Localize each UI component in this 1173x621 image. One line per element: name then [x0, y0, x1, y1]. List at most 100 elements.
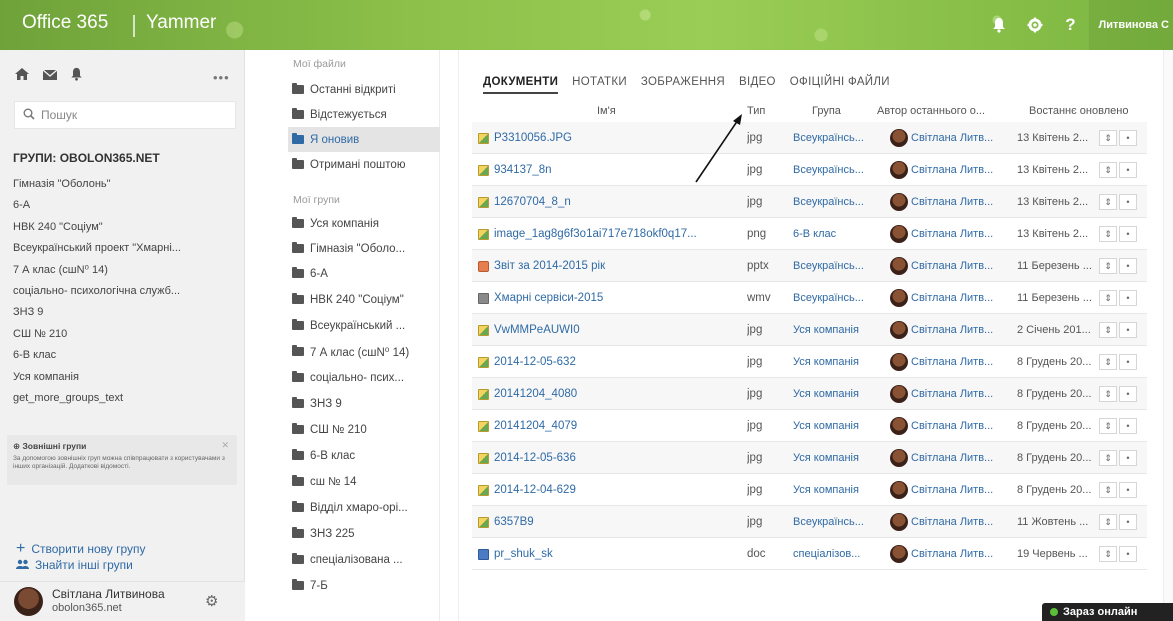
- table-row[interactable]: pr_shuk_sk doc спеціалізов... Світлана Литв…: [472, 538, 1147, 570]
- row-menu-button[interactable]: •: [1119, 482, 1137, 498]
- col-author[interactable]: Автор останнього о...: [877, 105, 985, 117]
- group-item[interactable]: НВК 240 "Соціум": [13, 217, 238, 238]
- row-menu-button[interactable]: •: [1119, 130, 1137, 146]
- row-menu-button[interactable]: •: [1119, 418, 1137, 434]
- nav-group[interactable]: 7 А клас (сшN⁰ 14): [288, 339, 440, 364]
- group-item[interactable]: ЗНЗ 9: [13, 302, 238, 323]
- sort-updown-icon[interactable]: ⇕: [1099, 194, 1117, 210]
- row-menu-button[interactable]: •: [1119, 162, 1137, 178]
- file-group-link[interactable]: Всеукраїнсь...: [793, 186, 873, 218]
- tab-documents[interactable]: ДОКУМЕНТИ: [483, 76, 559, 94]
- sort-updown-icon[interactable]: ⇕: [1099, 290, 1117, 306]
- file-group-link[interactable]: Всеукраїнсь...: [793, 154, 873, 186]
- file-author-link[interactable]: Світлана Литв...: [890, 218, 1010, 250]
- file-group-link[interactable]: Всеукраїнсь...: [793, 250, 873, 282]
- file-author-link[interactable]: Світлана Литв...: [890, 314, 1010, 346]
- nav-group[interactable]: Всеукраїнський ...: [288, 313, 440, 338]
- row-menu-button[interactable]: •: [1119, 386, 1137, 402]
- file-group-link[interactable]: Уся компанія: [793, 410, 873, 442]
- table-row[interactable]: 2014-12-04-629 jpg Уся компанія Світлана Ли…: [472, 474, 1147, 506]
- row-menu-button[interactable]: •: [1119, 354, 1137, 370]
- row-menu-button[interactable]: •: [1119, 226, 1137, 242]
- file-author-link[interactable]: Світлана Литв...: [890, 378, 1010, 410]
- nav-group[interactable]: сш № 14: [288, 469, 440, 494]
- app-name[interactable]: Yammer: [146, 12, 216, 34]
- sort-updown-icon[interactable]: ⇕: [1099, 450, 1117, 466]
- file-name-link[interactable]: 2014-12-05-632: [478, 346, 733, 378]
- online-status-badge[interactable]: Зараз онлайн: [1042, 603, 1173, 621]
- close-icon[interactable]: ✕: [221, 440, 229, 451]
- file-group-link[interactable]: Всеукраїнсь...: [793, 282, 873, 314]
- file-author-link[interactable]: Світлана Литв...: [890, 506, 1010, 538]
- settings-icon[interactable]: ⚙: [205, 592, 218, 610]
- file-author-link[interactable]: Світлана Литв...: [890, 250, 1010, 282]
- create-group-link[interactable]: + Створити нову групу: [16, 540, 146, 558]
- sort-updown-icon[interactable]: ⇕: [1099, 130, 1117, 146]
- gear-icon[interactable]: [1017, 0, 1053, 50]
- nav-group[interactable]: НВК 240 "Соціум": [288, 287, 440, 312]
- file-author-link[interactable]: Світлана Литв...: [890, 442, 1010, 474]
- notifications-icon[interactable]: [70, 67, 83, 86]
- help-icon[interactable]: ?: [1053, 0, 1089, 50]
- file-author-link[interactable]: Світлана Литв...: [890, 154, 1010, 186]
- file-name-link[interactable]: image_1ag8g6f3o1ai717e718okf0q17...: [478, 218, 733, 250]
- file-group-link[interactable]: Уся компанія: [793, 378, 873, 410]
- file-name-link[interactable]: 2014-12-04-629: [478, 474, 733, 506]
- nav-group[interactable]: 6-А: [288, 261, 440, 286]
- group-item[interactable]: 6-А: [13, 195, 238, 216]
- table-row[interactable]: 6357B9 jpg Всеукраїнсь... Світлана Литв... 1…: [472, 506, 1147, 538]
- office365-logo[interactable]: Office 365: [22, 12, 108, 34]
- file-author-link[interactable]: Світлана Литв...: [890, 410, 1010, 442]
- file-name-link[interactable]: Звіт за 2014-2015 рік: [478, 250, 733, 282]
- nav-recent[interactable]: Останні відкриті: [288, 77, 440, 102]
- file-name-link[interactable]: 6357B9: [478, 506, 733, 538]
- col-name[interactable]: Ім'я: [597, 105, 616, 117]
- nav-group[interactable]: ЗНЗ 225: [288, 521, 440, 546]
- sort-updown-icon[interactable]: ⇕: [1099, 418, 1117, 434]
- table-row[interactable]: 20141204_4079 jpg Уся компанія Світлана Лит…: [472, 410, 1147, 442]
- scrollbar[interactable]: [1163, 50, 1173, 621]
- file-group-link[interactable]: Уся компанія: [793, 314, 873, 346]
- file-group-link[interactable]: Всеукраїнсь...: [793, 122, 873, 154]
- nav-group[interactable]: соціально- псих...: [288, 365, 440, 390]
- sort-updown-icon[interactable]: ⇕: [1099, 162, 1117, 178]
- find-groups-link[interactable]: Знайти інші групи: [16, 558, 133, 572]
- nav-group[interactable]: 7-Б: [288, 573, 440, 598]
- more-options-icon[interactable]: •••: [213, 70, 230, 85]
- file-author-link[interactable]: Світлана Литв...: [890, 538, 1010, 570]
- col-group[interactable]: Група: [812, 105, 841, 117]
- table-row[interactable]: 12670704_8_n jpg Всеукраїнсь... Світлана Ли…: [472, 186, 1147, 218]
- row-menu-button[interactable]: •: [1119, 194, 1137, 210]
- file-name-link[interactable]: 20141204_4080: [478, 378, 733, 410]
- sort-updown-icon[interactable]: ⇕: [1099, 322, 1117, 338]
- bell-icon[interactable]: [981, 0, 1017, 50]
- file-author-link[interactable]: Світлана Литв...: [890, 346, 1010, 378]
- table-row[interactable]: 2014-12-05-636 jpg Уся компанія Світлана Ли…: [472, 442, 1147, 474]
- table-row[interactable]: 2014-12-05-632 jpg Уся компанія Світлана Ли…: [472, 346, 1147, 378]
- col-updated[interactable]: Востаннє оновлено: [1029, 105, 1128, 117]
- home-icon[interactable]: [14, 67, 30, 86]
- tab-notes[interactable]: НОТАТКИ: [572, 76, 627, 94]
- group-item[interactable]: соціально- психологічна служб...: [13, 281, 238, 302]
- sort-updown-icon[interactable]: ⇕: [1099, 482, 1117, 498]
- sort-updown-icon[interactable]: ⇕: [1099, 386, 1117, 402]
- row-menu-button[interactable]: •: [1119, 514, 1137, 530]
- avatar[interactable]: [14, 587, 43, 616]
- nav-group[interactable]: Відділ хмаро-орі...: [288, 495, 440, 520]
- table-row[interactable]: Звіт за 2014-2015 рік pptx Всеукраїнсь... С…: [472, 250, 1147, 282]
- sort-updown-icon[interactable]: ⇕: [1099, 354, 1117, 370]
- file-name-link[interactable]: 12670704_8_n: [478, 186, 733, 218]
- tab-video[interactable]: ВІДЕО: [739, 76, 776, 94]
- table-row[interactable]: P3310056.JPG jpg Всеукраїнсь... Світлана Ли…: [472, 122, 1147, 154]
- nav-group[interactable]: СШ № 210: [288, 417, 440, 442]
- file-name-link[interactable]: VwMMPeAUWI0: [478, 314, 733, 346]
- nav-group[interactable]: Гімназія "Оболо...: [288, 236, 440, 261]
- file-group-link[interactable]: спеціалізов...: [793, 538, 873, 570]
- top-user-name[interactable]: Литвинова С: [1088, 0, 1173, 50]
- file-author-link[interactable]: Світлана Литв...: [890, 282, 1010, 314]
- table-row[interactable]: 934137_8n jpg Всеукраїнсь... Світлана Литв.…: [472, 154, 1147, 186]
- nav-updated-by-me[interactable]: Я оновив: [288, 127, 440, 152]
- row-menu-button[interactable]: •: [1119, 546, 1137, 562]
- group-item[interactable]: 7 А клас (сшN⁰ 14): [13, 260, 238, 281]
- sort-updown-icon[interactable]: ⇕: [1099, 226, 1117, 242]
